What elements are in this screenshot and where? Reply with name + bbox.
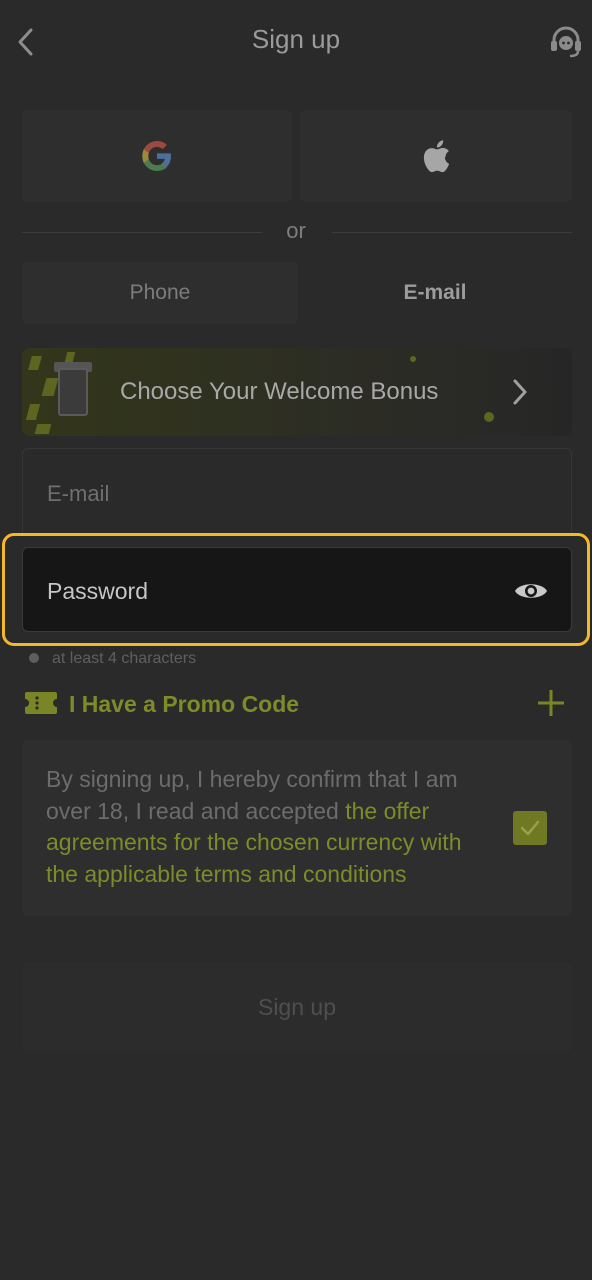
welcome-bonus-label: Choose Your Welcome Bonus [120, 378, 439, 405]
apple-icon [423, 140, 450, 173]
sparkle-decoration [484, 412, 494, 422]
or-separator: or [286, 218, 306, 243]
ticket-icon [25, 692, 57, 714]
plus-icon [538, 690, 564, 716]
email-field[interactable]: E-mail [22, 448, 572, 534]
google-icon [142, 141, 171, 171]
confetti-decoration [25, 404, 41, 420]
divider-right [332, 232, 572, 233]
sparkle-decoration [410, 356, 416, 362]
password-hint: at least 4 characters [52, 650, 197, 667]
confetti-decoration [28, 356, 42, 370]
terms-checkbox[interactable] [513, 811, 547, 845]
page-title: Sign up [251, 24, 341, 54]
tab-phone[interactable]: Phone [22, 262, 298, 324]
gift-icon [58, 368, 88, 416]
password-field[interactable]: Password [22, 547, 572, 632]
tab-email[interactable]: E-mail [298, 262, 572, 324]
terms-box: By signing up, I hereby confirm that I a… [22, 740, 572, 916]
hint-bullet [29, 653, 39, 663]
confetti-decoration [34, 424, 52, 434]
confetti-decoration [64, 352, 76, 362]
chevron-right-icon [513, 379, 527, 405]
promo-code-label: I Have a Promo Code [69, 691, 300, 717]
welcome-bonus-banner[interactable]: Choose Your Welcome Bonus [22, 348, 572, 436]
terms-text: By signing up, I hereby confirm that I a… [46, 764, 486, 890]
show-password-button[interactable] [511, 573, 551, 609]
eye-icon [515, 584, 547, 598]
apple-signin-button[interactable] [300, 110, 572, 202]
promo-code-toggle[interactable]: I Have a Promo Code [22, 682, 572, 726]
header: Sign up [0, 0, 592, 84]
checkmark-icon [520, 820, 540, 836]
google-signin-button[interactable] [22, 110, 292, 202]
password-placeholder: Password [47, 578, 148, 604]
signup-button[interactable]: Sign up [22, 962, 572, 1052]
email-placeholder: E-mail [47, 481, 110, 506]
headset-icon [551, 26, 581, 58]
support-button[interactable] [546, 22, 586, 62]
confetti-decoration [41, 378, 59, 396]
